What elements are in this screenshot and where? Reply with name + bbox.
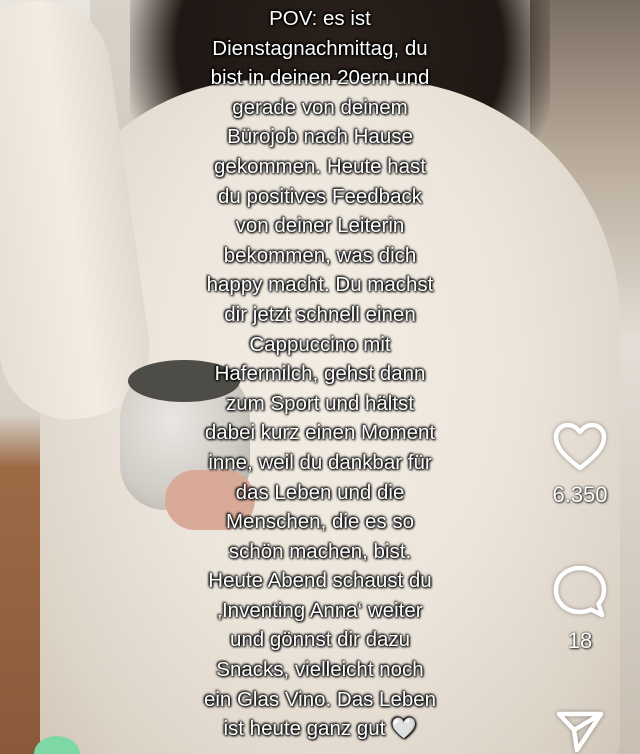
like-button[interactable]: 6.350 <box>548 422 612 508</box>
share-arrow-icon <box>555 708 605 752</box>
heart-icon <box>553 422 607 472</box>
comment-bubble-icon <box>552 564 608 618</box>
comment-button[interactable]: 18 <box>548 564 612 654</box>
comment-count: 18 <box>567 628 593 653</box>
share-button[interactable] <box>552 708 608 752</box>
like-count: 6.350 <box>552 482 608 507</box>
caption-overlay: POV: es ist Dienstagnachmittag, du bist … <box>203 7 437 741</box>
